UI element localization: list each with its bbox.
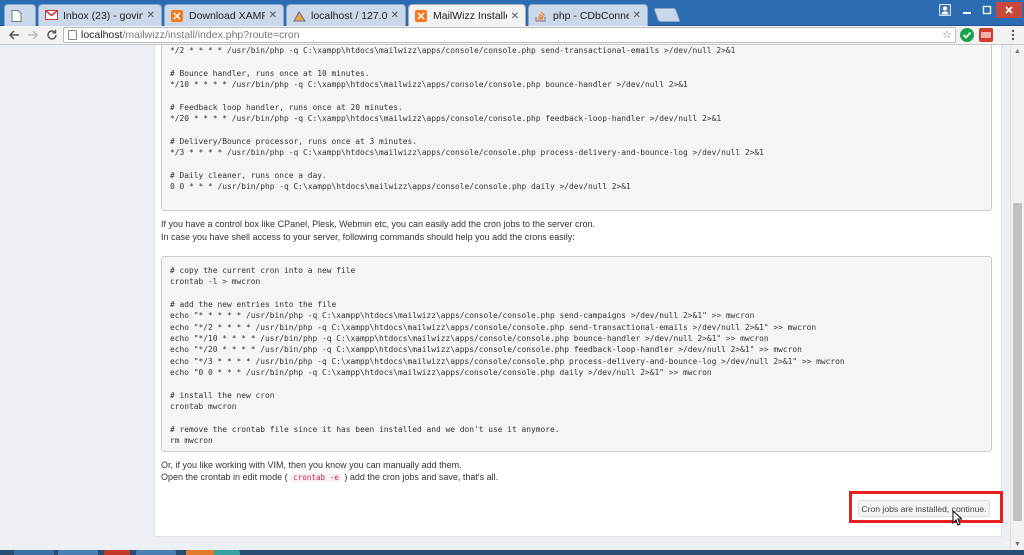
tab-label: localhost / 127.0.0.1 | ph — [311, 9, 387, 22]
cron-jobs-code-block: */2 * * * * /usr/bin/php -q C:\xampp\htd… — [161, 45, 992, 211]
menu-icon[interactable] — [1005, 27, 1021, 43]
browser-tab-strip: Inbox (23) - govini28@g ✕ Download XAMPP… — [0, 0, 1024, 27]
code-line: echo "*/20 * * * * /usr/bin/php -q C:\xa… — [170, 345, 802, 355]
address-host: localhost — [81, 29, 123, 41]
mouse-cursor-icon — [952, 509, 964, 526]
taskbar-item[interactable] — [104, 550, 130, 555]
page-scrollbar[interactable]: ▲ ▼ — [1010, 45, 1024, 550]
code-line: # install the new cron — [170, 390, 275, 400]
code-line: # remove the crontab file since it has b… — [170, 424, 560, 434]
address-bar[interactable]: localhost/mailwizz/install/index.php?rou… — [63, 27, 956, 43]
close-icon[interactable]: ✕ — [511, 11, 519, 22]
code-line: echo "* * * * * /usr/bin/php -q C:\xampp… — [170, 311, 755, 321]
tab-stackoverflow[interactable]: php - CDbConnection fa ✕ — [528, 4, 648, 26]
tab-gmail[interactable]: Inbox (23) - govini28@g ✕ — [38, 4, 162, 26]
tab-label: MailWizz Installer — [433, 10, 507, 22]
code-line: 0 0 * * * /usr/bin/php -q C:\xampp\htdoc… — [170, 182, 631, 192]
window-close-icon[interactable] — [996, 2, 1022, 18]
tab-phpmyadmin[interactable]: localhost / 127.0.0.1 | ph ✕ — [286, 4, 406, 26]
code-line: # Feedback loop handler, runs once at 20… — [170, 102, 403, 112]
tab-label: php - CDbConnection fa — [553, 9, 629, 22]
new-tab-button[interactable] — [653, 8, 681, 22]
taskbar-item[interactable] — [214, 550, 240, 555]
shell-access-text: In case you have shell access to your se… — [161, 232, 575, 242]
taskbar-item[interactable] — [58, 550, 98, 555]
close-icon[interactable]: ✕ — [147, 10, 155, 21]
reload-icon[interactable] — [44, 27, 60, 43]
open-crontab-text-end: ) add the cron jobs and save, that's all… — [344, 472, 499, 482]
phpmyadmin-icon — [293, 10, 306, 22]
code-line: # add the new entries into the file — [170, 300, 337, 310]
taskbar-item[interactable] — [14, 550, 54, 555]
code-line: */2 * * * * /usr/bin/php -q C:\xampp\htd… — [170, 46, 736, 55]
scroll-up-arrow-icon[interactable]: ▲ — [1011, 45, 1024, 57]
code-line: echo "0 0 * * * /usr/bin/php -q C:\xampp… — [170, 368, 712, 378]
xampp-icon — [171, 9, 184, 22]
tab-blank[interactable] — [4, 4, 36, 26]
control-box-text: If you have a control box like CPanel, P… — [161, 219, 596, 229]
code-line: crontab -l > mwcron — [170, 277, 261, 287]
gmail-icon — [44, 9, 59, 22]
xampp-icon — [415, 10, 428, 22]
open-crontab-text: Open the crontab in edit mode ( crontab … — [161, 471, 498, 485]
bookmark-star-icon[interactable]: ☆ — [942, 28, 952, 42]
continue-button[interactable]: Cron jobs are installed, continue. — [858, 500, 990, 517]
crontab-edit-command: crontab -e — [290, 473, 342, 482]
scroll-down-arrow-icon[interactable]: ▼ — [1011, 538, 1024, 550]
tab-mailwizz-installer[interactable]: MailWizz Installer ✕ — [408, 4, 526, 27]
page-icon — [11, 9, 24, 22]
code-line: echo "*/10 * * * * /usr/bin/php -q C:\xa… — [170, 334, 769, 344]
address-path: /mailwizz/install/index.php?route=cron — [122, 29, 300, 41]
code-line: # copy the current cron into a new file — [170, 266, 356, 275]
code-line: */10 * * * * /usr/bin/php -q C:\xampp\ht… — [170, 80, 688, 90]
close-icon[interactable]: ✕ — [633, 10, 641, 21]
tab-label: Download XAMPP — [189, 9, 265, 22]
tab-label: Inbox (23) - govini28@g — [63, 9, 143, 22]
code-line: */20 * * * * /usr/bin/php -q C:\xampp\ht… — [170, 114, 722, 124]
back-arrow-icon[interactable] — [6, 27, 22, 43]
tab-download-xampp[interactable]: Download XAMPP ✕ — [164, 4, 284, 26]
taskbar-item[interactable] — [136, 550, 176, 555]
stackoverflow-icon — [535, 10, 548, 22]
vim-text: Or, if you like working with VIM, then y… — [161, 460, 462, 470]
code-line: rm mwcron — [170, 436, 213, 446]
user-profile-icon[interactable] — [936, 2, 954, 18]
code-line: # Bounce handler, runs once at 10 minute… — [170, 68, 370, 78]
scrollbar-thumb[interactable] — [1013, 203, 1022, 521]
browser-toolbar: localhost/mailwizz/install/index.php?rou… — [0, 26, 1024, 45]
maximize-icon[interactable] — [978, 2, 996, 18]
code-line: crontab mwcron — [170, 402, 237, 412]
code-line: echo "*/3 * * * * /usr/bin/php -q C:\xam… — [170, 356, 845, 366]
extension-checkmark-icon[interactable] — [960, 28, 974, 42]
installer-content-box: */2 * * * * /usr/bin/php -q C:\xampp\htd… — [154, 45, 1002, 537]
shell-commands-code-block: # copy the current cron into a new file c… — [161, 256, 992, 452]
code-line: echo "*/2 * * * * /usr/bin/php -q C:\xam… — [170, 322, 817, 332]
minimize-icon[interactable] — [958, 2, 976, 18]
code-line: # Delivery/Bounce processor, runs once a… — [170, 136, 418, 146]
code-line: # Daily cleaner, runs once a day. — [170, 170, 327, 180]
extension-badge-icon[interactable] — [979, 28, 993, 42]
code-line: */3 * * * * /usr/bin/php -q C:\xampp\htd… — [170, 148, 764, 158]
page-viewport: */2 * * * * /usr/bin/php -q C:\xampp\htd… — [0, 45, 1024, 550]
close-icon[interactable]: ✕ — [391, 10, 399, 21]
page-info-icon[interactable] — [68, 30, 77, 40]
forward-arrow-icon[interactable] — [25, 27, 41, 43]
close-icon[interactable]: ✕ — [269, 10, 277, 21]
open-crontab-text-start: Open the crontab in edit mode ( — [161, 472, 288, 482]
